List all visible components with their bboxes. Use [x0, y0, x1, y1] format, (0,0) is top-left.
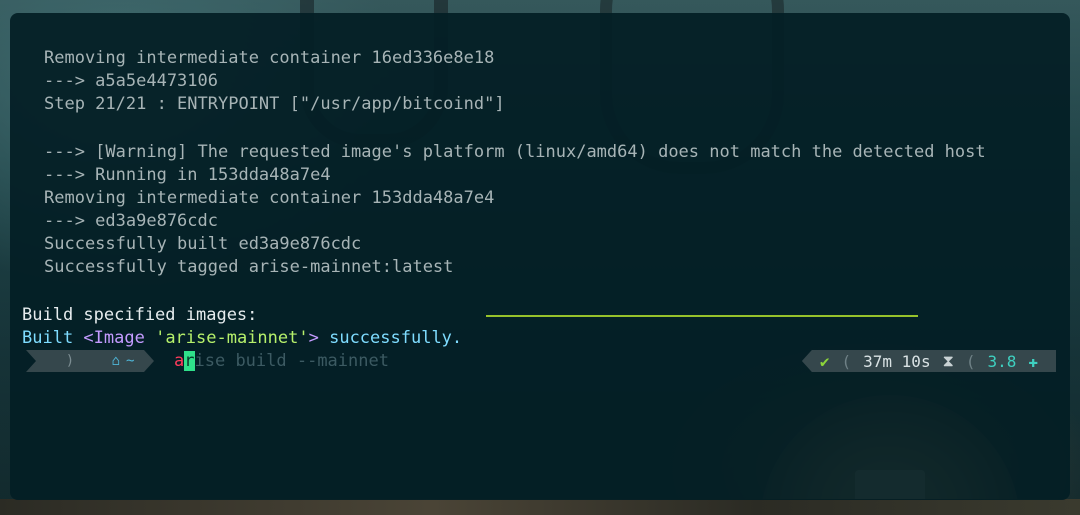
- output-line: ---> [Warning] The requested image's pla…: [44, 142, 986, 162]
- command-typed: a: [174, 351, 185, 371]
- success-check-icon: ✔: [819, 351, 830, 371]
- image-name: 'arise-mainnet': [155, 328, 309, 348]
- command-duration: 37m 10s: [863, 351, 931, 371]
- directory-segment: ⌂ ~: [92, 350, 154, 372]
- prompt-left-segment: ) ⌂ ~: [26, 350, 154, 372]
- output-line: Successfully built ed3a9e876cdc: [44, 234, 362, 254]
- text-cursor: r: [184, 351, 195, 371]
- wallpaper-floor: [0, 499, 1080, 515]
- terminal-window[interactable]: Removing intermediate container 16ed336e…: [10, 13, 1070, 500]
- runtime-version: 3.8: [987, 351, 1017, 371]
- segment-divider: ): [65, 353, 75, 369]
- prompt-right-segment: ✔ ( 37m 10s ⧗ ( 3.8 ✚: [801, 350, 1056, 372]
- hourglass-icon: ⧗: [942, 351, 954, 370]
- home-icon: ⌂: [111, 353, 120, 369]
- segment-divider: (: [841, 351, 852, 371]
- os-segment: ): [26, 350, 92, 372]
- plus-icon: ✚: [1028, 351, 1038, 371]
- command-input[interactable]: arise build --mainnet: [174, 350, 389, 373]
- progress-rule: [486, 315, 918, 317]
- built-prefix: Built: [22, 328, 84, 348]
- built-suffix: successfully.: [318, 328, 463, 348]
- output-line: Step 21/21 : ENTRYPOINT ["/usr/app/bitco…: [44, 94, 505, 114]
- built-success-message: Built <Image 'arise-mainnet'> successful…: [22, 327, 462, 350]
- output-line: Removing intermediate container 16ed336e…: [44, 48, 495, 68]
- image-tag-open: <Image: [83, 328, 156, 348]
- output-line: ---> Running in 153dda48a7e4: [44, 165, 331, 185]
- output-line: ---> a5a5e4473106: [44, 71, 218, 91]
- autosuggestion: ise build --mainnet: [194, 351, 389, 371]
- output-line: Successfully tagged arise-mainnet:latest: [44, 257, 454, 277]
- output-line: Removing intermediate container 153dda48…: [44, 188, 495, 208]
- segment-divider: (: [965, 351, 976, 371]
- current-directory: ~: [126, 353, 135, 369]
- output-line: ---> ed3a9e876cdc: [44, 211, 218, 231]
- build-specified-heading: Build specified images:: [22, 305, 258, 325]
- image-tag-close: >: [308, 328, 319, 348]
